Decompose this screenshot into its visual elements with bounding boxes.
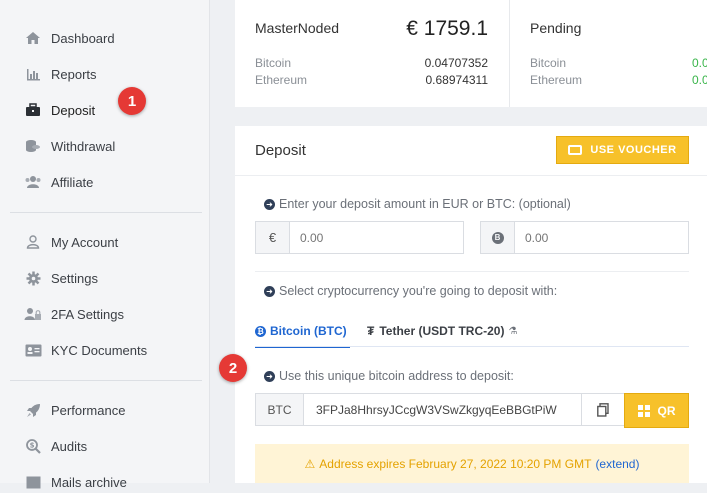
address-expiry-notice: ⚠ Address expires February 27, 2022 10:2… bbox=[255, 444, 689, 483]
sidebar-item-kyc-documents[interactable]: KYC Documents bbox=[24, 339, 147, 361]
tab-underline bbox=[255, 346, 689, 347]
users-icon bbox=[24, 174, 42, 190]
annotation-badge-2: 2 bbox=[219, 354, 247, 382]
amount-prompt: ➜ Enter your deposit amount in EUR or BT… bbox=[264, 197, 571, 211]
sidebar-item-reports[interactable]: Reports bbox=[24, 63, 97, 85]
sidebar-item-label: Audits bbox=[51, 438, 88, 454]
deposit-address[interactable]: 3FPJa8HhrsyJCcgW3VSwZkgyqEeBBGtPiW bbox=[304, 394, 581, 425]
tether-icon: ₮ bbox=[367, 324, 375, 338]
masternoded-bitcoin-value: 0.04707352 bbox=[424, 56, 488, 70]
extend-link[interactable]: (extend) bbox=[595, 457, 639, 471]
euro-icon: € bbox=[256, 222, 290, 253]
pending-bitcoin-value: 0.0 bbox=[692, 56, 707, 70]
tab-tether[interactable]: ₮ Tether (USDT TRC-20) ⚗ bbox=[367, 316, 517, 346]
arrow-right-circle-icon: ➜ bbox=[264, 370, 275, 382]
btc-amount-group: B bbox=[480, 221, 689, 254]
sidebar-item-affiliate[interactable]: Affiliate bbox=[24, 171, 93, 193]
sidebar-item-label: Withdrawal bbox=[51, 138, 116, 154]
sidebar-item-label: My Account bbox=[51, 234, 119, 250]
sidebar-item-label: Settings bbox=[51, 270, 98, 286]
svg-text:$: $ bbox=[29, 441, 34, 449]
sidebar-divider bbox=[10, 380, 202, 381]
coins-icon bbox=[24, 138, 42, 154]
divider bbox=[255, 271, 689, 272]
sidebar-item-deposit[interactable]: Deposit bbox=[24, 99, 95, 121]
pending-ethereum-value: 0.0 bbox=[692, 73, 707, 87]
sidebar: Dashboard Reports Deposit Withdrawal Aff… bbox=[0, 0, 210, 490]
deposit-card: Deposit USE VOUCHER ➜ Enter your deposit… bbox=[235, 126, 707, 483]
bitcoin-icon: ₿ bbox=[255, 325, 266, 337]
masternoded-ethereum-label: Ethereum bbox=[255, 73, 308, 87]
sidebar-item-label: Performance bbox=[51, 402, 126, 418]
masternoded-ethereum-value: 0.68974311 bbox=[425, 73, 488, 87]
briefcase-icon bbox=[24, 102, 42, 118]
use-voucher-button[interactable]: USE VOUCHER bbox=[556, 136, 689, 164]
sidebar-item-label: Reports bbox=[51, 66, 97, 82]
address-currency-prefix: BTC bbox=[256, 394, 304, 425]
rocket-icon bbox=[24, 402, 42, 418]
deposit-title: Deposit bbox=[255, 142, 306, 159]
qr-button[interactable]: QR bbox=[624, 393, 689, 428]
sidebar-item-2fa-settings[interactable]: 2FA Settings bbox=[24, 303, 124, 325]
annotation-badge-1: 1 bbox=[118, 87, 146, 115]
id-card-icon bbox=[24, 342, 42, 358]
sidebar-item-withdrawal[interactable]: Withdrawal bbox=[24, 135, 115, 157]
flask-icon: ⚗ bbox=[508, 325, 518, 337]
balance-summary-card: MasterNoded € 1759.1 Bitcoin 0.04707352 … bbox=[235, 0, 707, 107]
warning-icon: ⚠ bbox=[304, 456, 316, 471]
arrow-right-circle-icon: ➜ bbox=[264, 198, 275, 210]
pending-ethereum-label: Ethereum bbox=[530, 73, 583, 87]
sidebar-item-label: Affiliate bbox=[51, 174, 94, 190]
deposit-address-group: BTC 3FPJa8HhrsyJCcgW3VSwZkgyqEeBBGtPiW Q… bbox=[255, 393, 689, 428]
masternoded-panel: MasterNoded € 1759.1 Bitcoin 0.04707352 … bbox=[235, 0, 510, 107]
bitcoin-icon: B bbox=[481, 222, 515, 253]
sidebar-item-label: Mails archive bbox=[51, 474, 127, 490]
sidebar-item-audits[interactable]: $ Audits bbox=[24, 435, 87, 457]
sidebar-divider bbox=[10, 212, 202, 213]
address-prompt: ➜ Use this unique bitcoin address to dep… bbox=[264, 369, 514, 383]
masternoded-title: MasterNoded bbox=[255, 20, 340, 36]
masternoded-bitcoin-label: Bitcoin bbox=[255, 56, 292, 70]
eur-amount-input[interactable] bbox=[290, 222, 463, 253]
tab-bitcoin[interactable]: ₿ Bitcoin (BTC) bbox=[255, 316, 350, 348]
user-icon bbox=[24, 234, 42, 250]
sidebar-item-performance[interactable]: Performance bbox=[24, 399, 125, 421]
deposit-header: Deposit USE VOUCHER bbox=[235, 126, 707, 176]
sidebar-item-label: KYC Documents bbox=[51, 342, 148, 358]
use-voucher-label: USE VOUCHER bbox=[590, 144, 677, 156]
copy-icon bbox=[597, 402, 609, 417]
sidebar-item-my-account[interactable]: My Account bbox=[24, 231, 118, 253]
copy-address-button[interactable] bbox=[581, 394, 624, 425]
bar-chart-icon bbox=[24, 66, 42, 82]
sidebar-item-label: Dashboard bbox=[51, 30, 115, 46]
pending-title: Pending bbox=[530, 20, 582, 36]
masternoded-total: € 1759.1 bbox=[406, 17, 488, 40]
sidebar-item-mails-archive[interactable]: Mails archive bbox=[24, 471, 127, 493]
crypto-prompt: ➜ Select cryptocurrency you're going to … bbox=[264, 284, 557, 298]
sidebar-item-dashboard[interactable]: Dashboard bbox=[24, 27, 115, 49]
btc-amount-input[interactable] bbox=[515, 222, 688, 253]
ticket-icon bbox=[568, 145, 583, 155]
sidebar-item-settings[interactable]: Settings bbox=[24, 267, 98, 289]
user-lock-icon bbox=[24, 306, 42, 322]
qr-icon bbox=[637, 404, 650, 417]
sidebar-item-label: 2FA Settings bbox=[51, 306, 124, 322]
pending-bitcoin-label: Bitcoin bbox=[530, 56, 567, 70]
home-icon bbox=[24, 30, 42, 46]
search-dollar-icon: $ bbox=[24, 438, 42, 454]
gear-icon bbox=[24, 270, 42, 286]
eur-amount-group: € bbox=[255, 221, 464, 254]
sidebar-item-label: Deposit bbox=[51, 102, 96, 118]
arrow-right-circle-icon: ➜ bbox=[264, 285, 275, 297]
inbox-icon bbox=[24, 474, 42, 490]
